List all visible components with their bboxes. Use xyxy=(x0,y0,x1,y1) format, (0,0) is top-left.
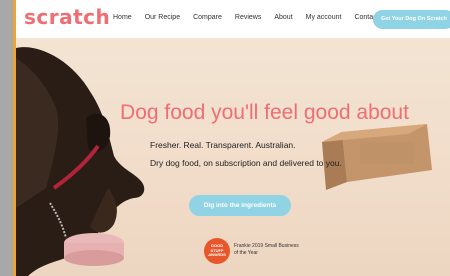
nav-our-recipe[interactable]: Our Recipe xyxy=(145,14,180,21)
dog-image xyxy=(16,47,145,276)
nav-my-account[interactable]: My account xyxy=(306,14,342,21)
hero-description: Dry dog food, on subscription and delive… xyxy=(150,158,342,168)
hero-headline: Dog food you'll feel good about xyxy=(120,101,409,124)
good-stuff-award-badge: GOOD STUFF AWARDS xyxy=(204,238,230,264)
nav-home[interactable]: Home xyxy=(113,14,132,21)
nav-about[interactable]: About xyxy=(274,14,292,21)
nav-reviews[interactable]: Reviews xyxy=(235,14,261,21)
scratch-logo[interactable]: scratch xyxy=(24,5,110,29)
nav-compare[interactable]: Compare xyxy=(193,14,222,21)
hero-tagline: Fresher. Real. Transparent. Australian. xyxy=(150,140,296,150)
main-nav: Home Our Recipe Compare Reviews About My… xyxy=(113,14,392,21)
page-frame: scratch Home Our Recipe Compare Reviews … xyxy=(13,0,450,276)
dig-into-ingredients-button[interactable]: Dig into the ingredients xyxy=(189,195,291,216)
site-header: scratch Home Our Recipe Compare Reviews … xyxy=(16,0,450,38)
get-your-dog-button[interactable]: Get Your Dog On Scratch xyxy=(373,10,450,29)
award-text: Frankie 2019 Small Business of the Year xyxy=(234,243,299,256)
